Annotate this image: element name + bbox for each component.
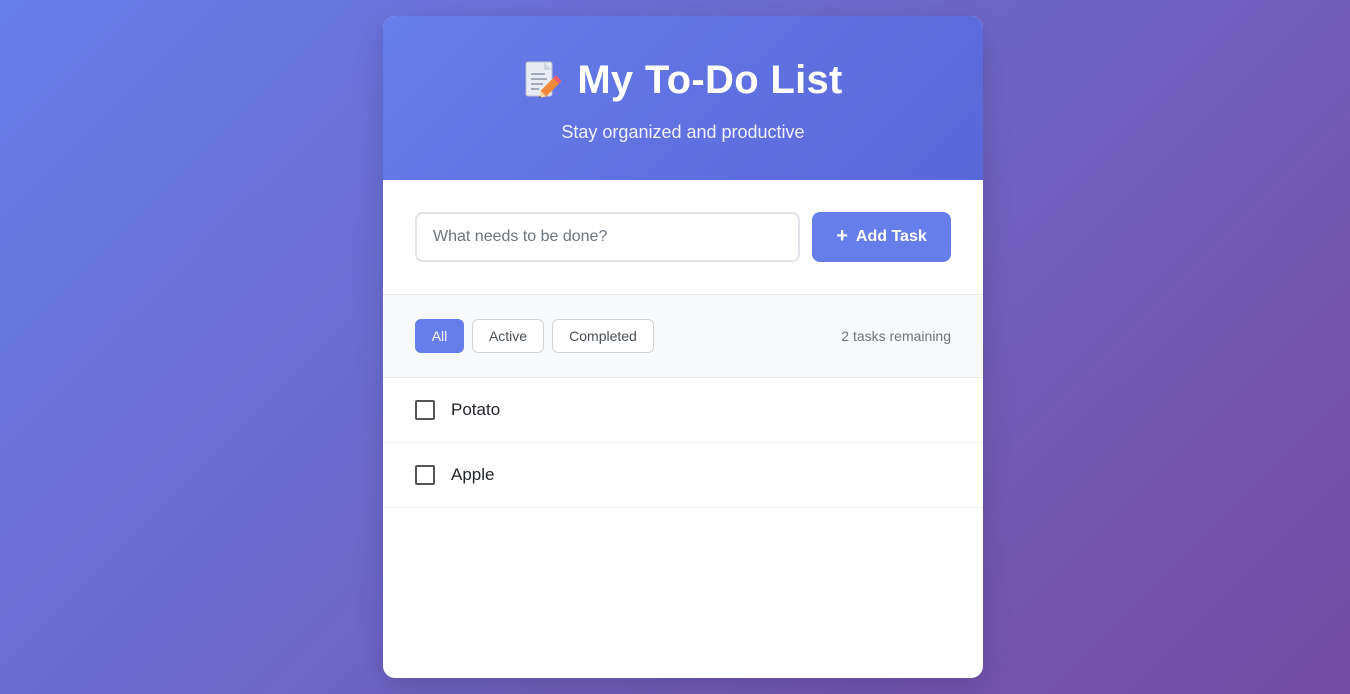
memo-pencil-icon	[523, 60, 563, 102]
add-task-form: + Add Task	[383, 180, 983, 295]
page-subtitle: Stay organized and productive	[561, 122, 805, 142]
task-list: Potato Apple	[383, 378, 983, 508]
page-title: My To-Do List	[577, 58, 843, 102]
task-text: Potato	[451, 400, 501, 419]
filter-completed-button[interactable]: Completed	[552, 319, 654, 353]
task-checkbox[interactable]	[415, 465, 435, 485]
app-header: My To-Do List Stay organized and product…	[383, 16, 983, 180]
new-task-input[interactable]	[415, 212, 800, 262]
filter-all-button[interactable]: All	[415, 319, 464, 353]
task-item: Apple	[383, 443, 983, 508]
tasks-remaining-count: 2 tasks remaining	[841, 328, 951, 344]
title-row: My To-Do List	[383, 58, 983, 103]
filter-bar: All Active Completed 2 tasks remaining	[383, 295, 983, 378]
todo-card: My To-Do List Stay organized and product…	[383, 16, 983, 678]
filter-active-button[interactable]: Active	[472, 319, 544, 353]
plus-icon: +	[836, 225, 848, 247]
add-task-button[interactable]: + Add Task	[812, 212, 951, 262]
task-text: Apple	[451, 465, 495, 484]
add-task-button-label: Add Task	[855, 228, 927, 245]
task-checkbox[interactable]	[415, 400, 435, 420]
task-item: Potato	[383, 378, 983, 443]
